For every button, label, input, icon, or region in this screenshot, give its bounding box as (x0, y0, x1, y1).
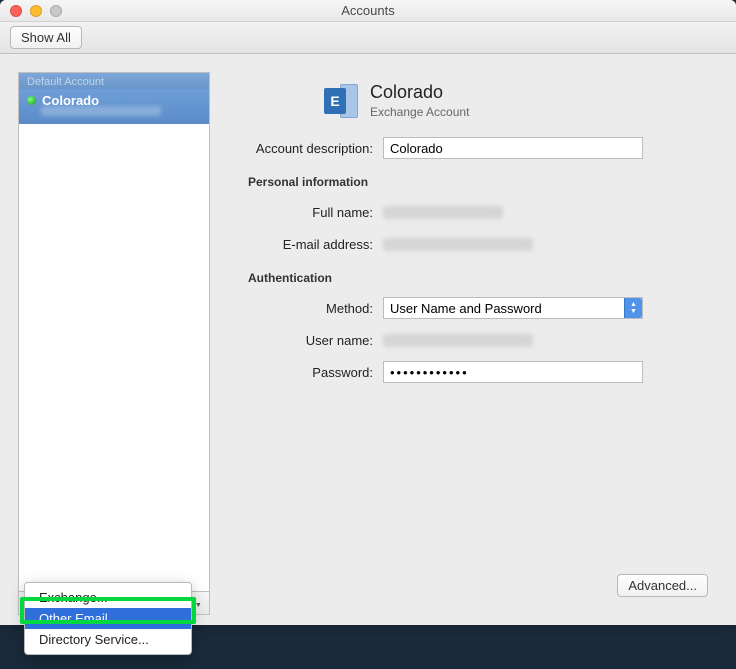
status-dot-icon (27, 96, 36, 105)
window-title: Accounts (0, 3, 736, 18)
accounts-window: Accounts Show All Default Account Colora… (0, 0, 736, 625)
auth-method-select[interactable]: User Name and Password ▲▼ (383, 297, 643, 319)
password-label: Password: (228, 365, 383, 380)
auth-method-value: User Name and Password (390, 301, 542, 316)
show-all-button[interactable]: Show All (10, 26, 82, 49)
section-auth: Authentication (228, 265, 383, 287)
username-value[interactable] (383, 329, 643, 351)
exchange-icon: E (324, 84, 358, 118)
email-label: E-mail address: (228, 237, 383, 252)
titlebar: Accounts (0, 0, 736, 22)
menu-item-exchange[interactable]: Exchange... (25, 587, 191, 608)
fullname-label: Full name: (228, 205, 383, 220)
content: Default Account Colorado ▼ ✻▼ (0, 54, 736, 625)
add-account-menu: Exchange... Other Email... Directory Ser… (24, 582, 192, 655)
sidebar: Default Account Colorado ▼ ✻▼ (18, 72, 210, 615)
account-description-input[interactable] (383, 137, 643, 159)
menu-item-directory-service[interactable]: Directory Service... (25, 629, 191, 650)
method-label: Method: (228, 301, 383, 316)
password-input[interactable] (383, 361, 643, 383)
menu-item-other-email[interactable]: Other Email... (25, 608, 191, 629)
section-personal: Personal information (228, 169, 383, 191)
account-list[interactable]: Default Account Colorado (18, 72, 210, 591)
account-form: Account description: Personal informatio… (228, 137, 718, 383)
sidebar-section-header: Default Account (19, 73, 209, 89)
account-subtitle: Exchange Account (370, 105, 469, 119)
account-details: E Colorado Exchange Account Account desc… (228, 72, 718, 615)
toolbar: Show All (0, 22, 736, 54)
sidebar-item-account[interactable]: Colorado (19, 89, 209, 124)
account-title: Colorado (370, 82, 469, 103)
select-stepper-icon: ▲▼ (624, 298, 642, 318)
username-label: User name: (228, 333, 383, 348)
email-value[interactable] (383, 233, 643, 255)
account-header: E Colorado Exchange Account (228, 72, 718, 137)
redacted-text (41, 106, 161, 116)
advanced-button[interactable]: Advanced... (617, 574, 708, 597)
desc-label: Account description: (228, 141, 383, 156)
fullname-value[interactable] (383, 201, 643, 223)
